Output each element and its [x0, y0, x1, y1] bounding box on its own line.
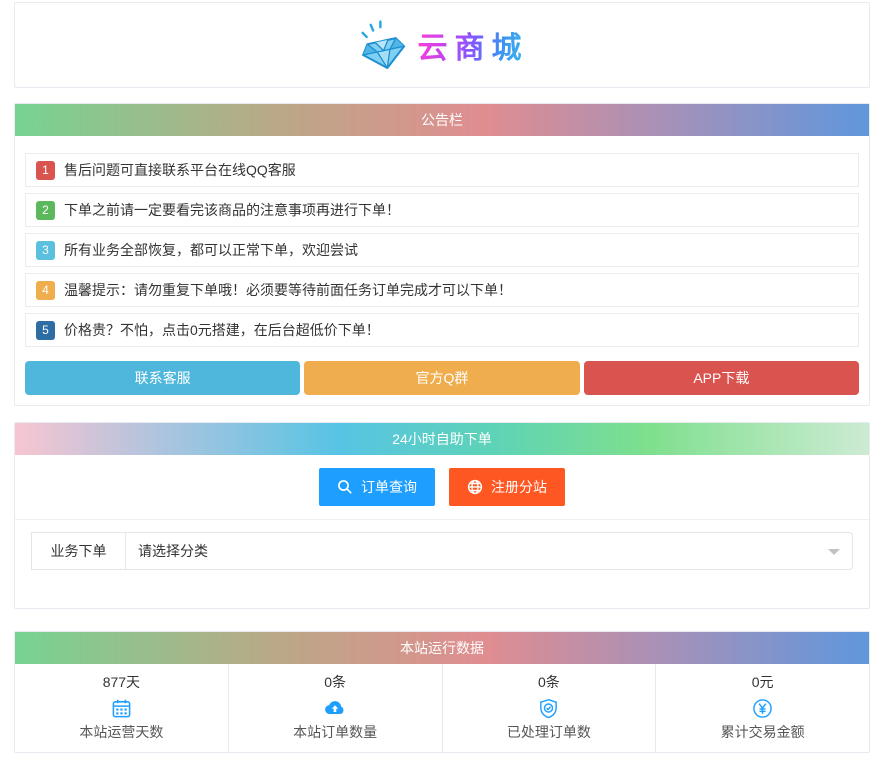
- self-order-header-title: 24小时自助下单: [392, 431, 492, 447]
- stat-value: 0条: [537, 674, 560, 690]
- order-action-row: 订单查询 注册分站: [15, 455, 869, 519]
- notice-text: 所有业务全部恢复，都可以正常下单，欢迎尝试: [64, 242, 358, 258]
- notice-button-row: 联系客服 官方Q群 APP下载: [25, 361, 859, 395]
- self-order-header: 24小时自助下单: [15, 423, 869, 455]
- globe-icon: [467, 479, 483, 495]
- shield-check-icon: [443, 695, 656, 721]
- stat-label: 已处理订单数: [506, 724, 591, 740]
- stats-header: 本站运行数据: [15, 632, 869, 664]
- stat-value: 0元: [751, 674, 774, 690]
- notice-text: 温馨提示：请勿重复下单哦！必须要等待前面任务订单完成才可以下单！: [64, 282, 512, 298]
- site-stats-card: 本站运行数据 877天 本站运营天数 0条 本站订单数量 0条 已处理订单数 0…: [14, 631, 870, 753]
- notice-header: 公告栏: [15, 104, 869, 136]
- order-query-label: 订单查询: [361, 479, 417, 495]
- notice-number-badge: 5: [36, 320, 55, 340]
- app-download-button[interactable]: APP下载: [583, 361, 859, 395]
- category-select[interactable]: 请选择分类: [125, 532, 853, 570]
- notice-item: 3 所有业务全部恢复，都可以正常下单，欢迎尝试: [25, 233, 859, 267]
- notice-item: 2 下单之前请一定要看完该商品的注意事项再进行下单！: [25, 193, 859, 227]
- category-form-row: 业务下单 请选择分类: [31, 532, 853, 570]
- stat-value: 0条: [324, 674, 347, 690]
- notice-text: 售后问题可直接联系平台在线QQ客服: [64, 162, 296, 178]
- site-header-card: 云商城: [14, 2, 870, 88]
- notice-header-title: 公告栏: [421, 112, 463, 128]
- contact-service-button[interactable]: 联系客服: [25, 361, 301, 395]
- site-logo: 云商城: [356, 20, 529, 70]
- register-substation-button[interactable]: 注册分站: [449, 468, 565, 506]
- order-type-label: 业务下单: [31, 532, 126, 570]
- notice-number-badge: 2: [36, 200, 55, 220]
- notice-text: 下单之前请一定要看完该商品的注意事项再进行下单！: [64, 202, 400, 218]
- stat-label: 本站运营天数: [79, 724, 164, 740]
- stats-header-title: 本站运行数据: [400, 640, 484, 656]
- search-icon: [337, 479, 353, 495]
- notice-item: 5 价格贵？不怕，点击0元搭建，在后台超低价下单！: [25, 313, 859, 347]
- self-order-card: 24小时自助下单 订单查询 注册分站 业务下单 请选择分类: [14, 422, 870, 609]
- order-query-button[interactable]: 订单查询: [319, 468, 435, 506]
- site-title: 云商城: [418, 23, 529, 67]
- notice-item: 1 售后问题可直接联系平台在线QQ客服: [25, 153, 859, 187]
- official-qq-group-button[interactable]: 官方Q群: [304, 361, 580, 395]
- diamond-icon: [356, 20, 408, 70]
- register-substation-label: 注册分站: [491, 479, 547, 495]
- yen-circle-icon: [656, 695, 869, 721]
- notice-card: 公告栏 1 售后问题可直接联系平台在线QQ客服 2 下单之前请一定要看完该商品的…: [14, 103, 870, 406]
- cloud-upload-icon: [229, 695, 442, 721]
- stat-label: 本站订单数量: [293, 724, 378, 740]
- category-select-value: 请选择分类: [138, 543, 208, 559]
- notice-item: 4 温馨提示：请勿重复下单哦！必须要等待前面任务订单完成才可以下单！: [25, 273, 859, 307]
- notice-number-badge: 1: [36, 160, 55, 180]
- notice-number-badge: 3: [36, 240, 55, 260]
- calendar-icon: [15, 695, 228, 721]
- stat-value: 877天: [102, 674, 141, 690]
- order-form: 业务下单 请选择分类: [15, 520, 869, 608]
- stat-label: 累计交易金额: [720, 724, 805, 740]
- notice-list: 1 售后问题可直接联系平台在线QQ客服 2 下单之前请一定要看完该商品的注意事项…: [15, 136, 869, 405]
- notice-number-badge: 4: [36, 280, 55, 300]
- notice-text: 价格贵？不怕，点击0元搭建，在后台超低价下单！: [64, 322, 380, 338]
- chevron-down-icon: [828, 549, 840, 561]
